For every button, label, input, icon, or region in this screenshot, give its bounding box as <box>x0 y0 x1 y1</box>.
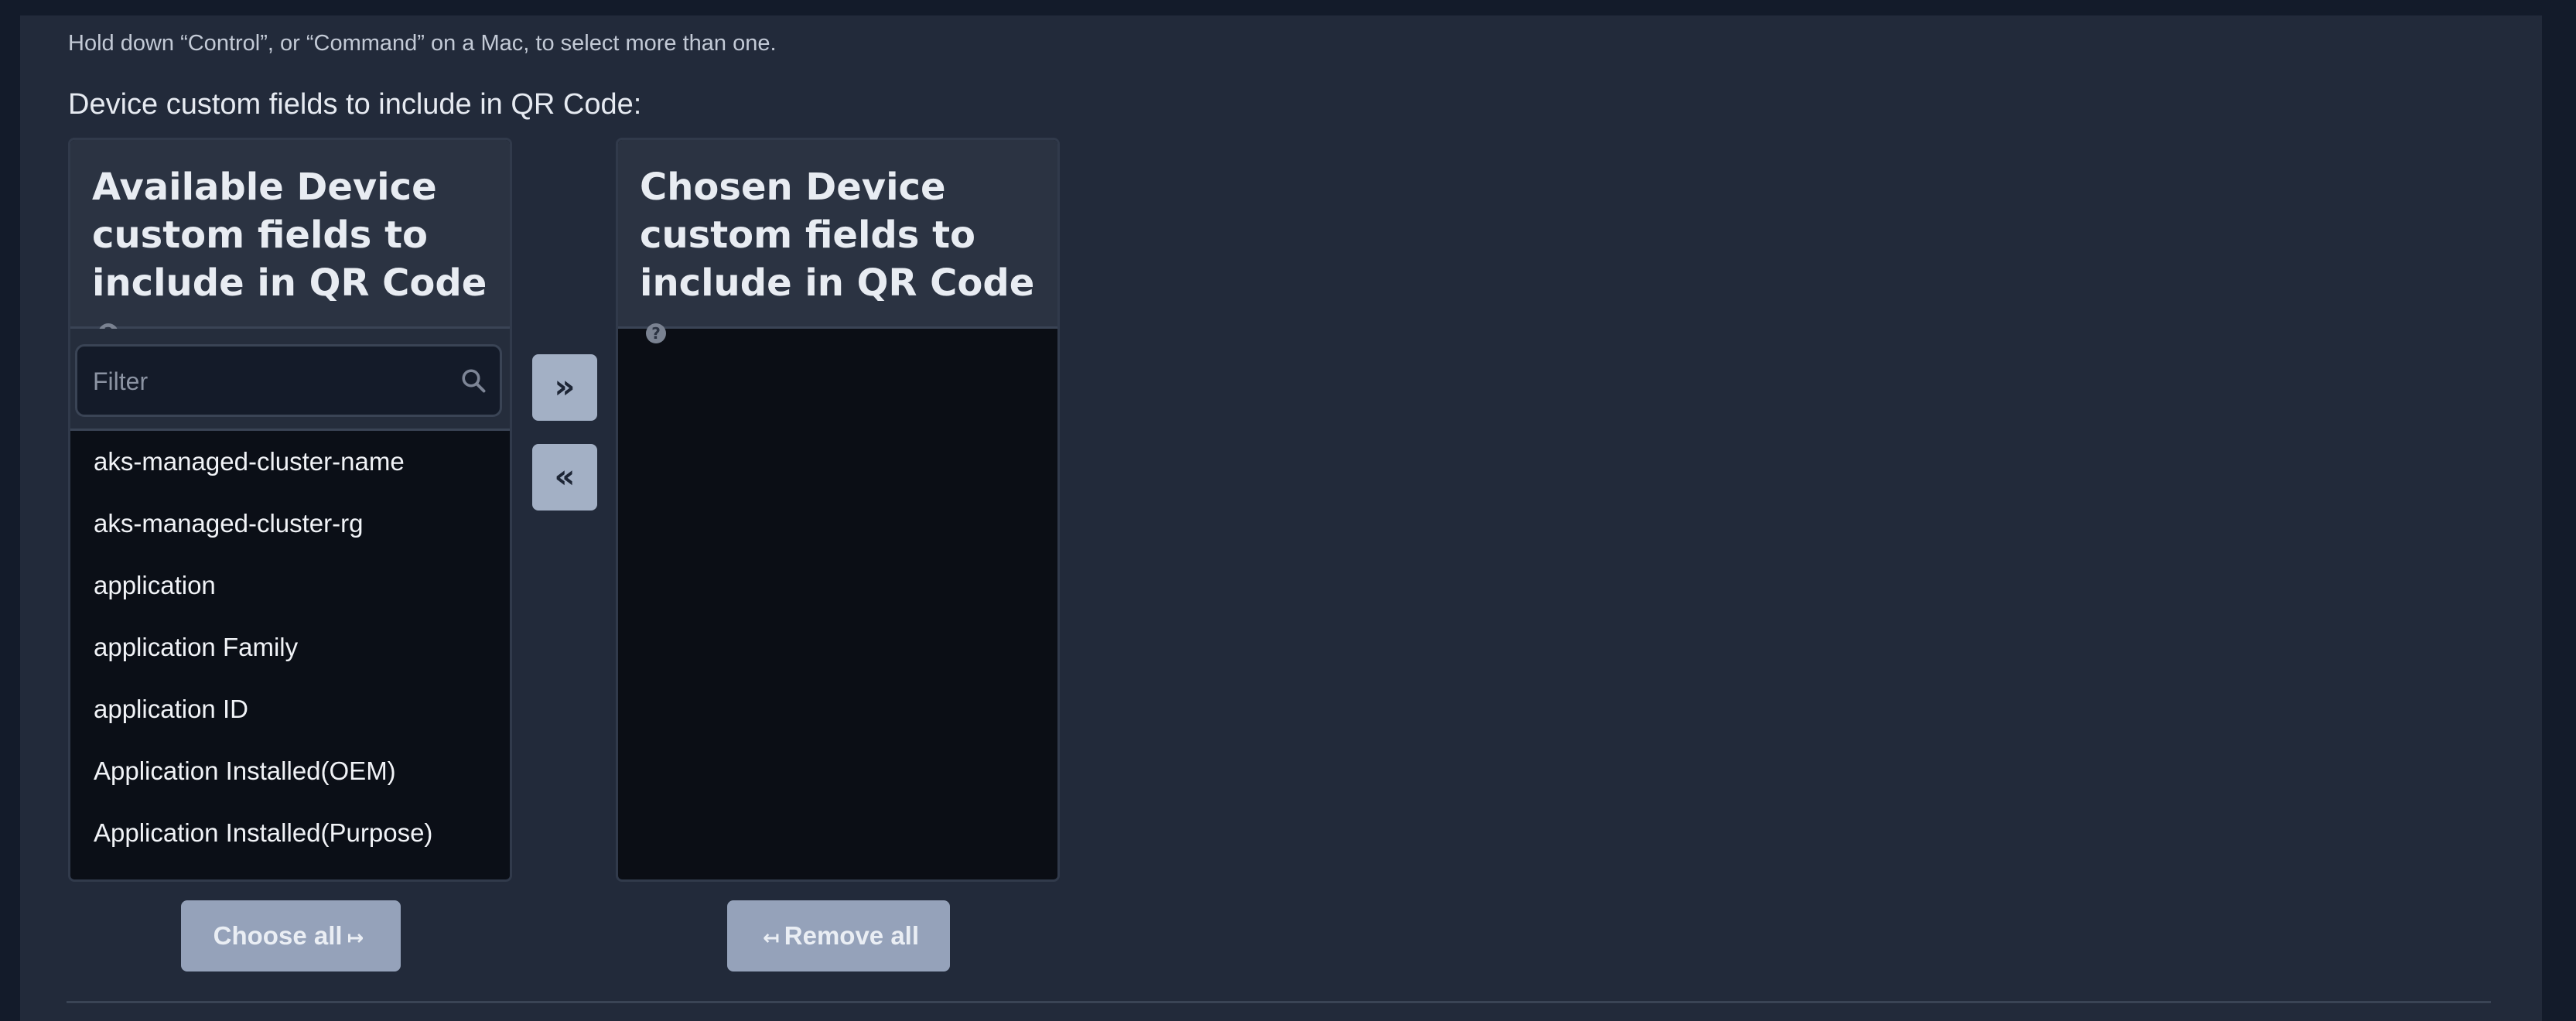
filter-wrapper <box>75 344 502 417</box>
chosen-options-list[interactable] <box>618 329 1057 879</box>
remove-all-label: Remove all <box>784 921 920 950</box>
add-selected-button[interactable]: » <box>532 354 597 421</box>
list-item[interactable]: application <box>70 555 510 616</box>
available-title: Available Device custom fields to includ… <box>92 163 494 355</box>
field-label: Device custom fields to include in QR Co… <box>68 88 642 121</box>
search-icon <box>462 369 486 393</box>
chosen-fields-box: Chosen Device custom fields to include i… <box>616 138 1060 882</box>
choose-all-label: Choose all <box>213 921 343 950</box>
chosen-title-text: Chosen Device custom fields to include i… <box>640 166 1035 305</box>
filter-area <box>70 329 510 431</box>
available-options-list[interactable]: aks-managed-cluster-name aks-managed-clu… <box>70 431 510 879</box>
choose-all-icon: ↦ <box>347 927 364 950</box>
available-header: Available Device custom fields to includ… <box>70 140 510 343</box>
available-title-text: Available Device custom fields to includ… <box>92 166 487 305</box>
list-item[interactable]: Application Installed(OEM) <box>70 740 510 802</box>
available-fields-box: Available Device custom fields to includ… <box>68 138 512 882</box>
remove-all-button[interactable]: ↤ Remove all <box>727 900 950 971</box>
chosen-header: Chosen Device custom fields to include i… <box>618 140 1057 343</box>
remove-all-icon: ↤ <box>762 927 780 950</box>
list-item[interactable]: aks-managed-cluster-name <box>70 431 510 493</box>
list-item[interactable]: aks-managed-cluster-rg <box>70 493 510 555</box>
filter-input[interactable] <box>91 347 435 416</box>
list-item[interactable]: Application Installed(Purpose) <box>70 802 510 864</box>
list-item[interactable]: application ID <box>70 678 510 740</box>
chosen-title: Chosen Device custom fields to include i… <box>640 163 1042 355</box>
list-item[interactable]: application Family <box>70 616 510 678</box>
help-text: Hold down “Control”, or “Command” on a M… <box>68 31 777 56</box>
divider <box>67 1001 2491 1003</box>
choose-all-button[interactable]: Choose all ↦ <box>181 900 401 971</box>
remove-selected-button[interactable]: « <box>532 444 597 510</box>
